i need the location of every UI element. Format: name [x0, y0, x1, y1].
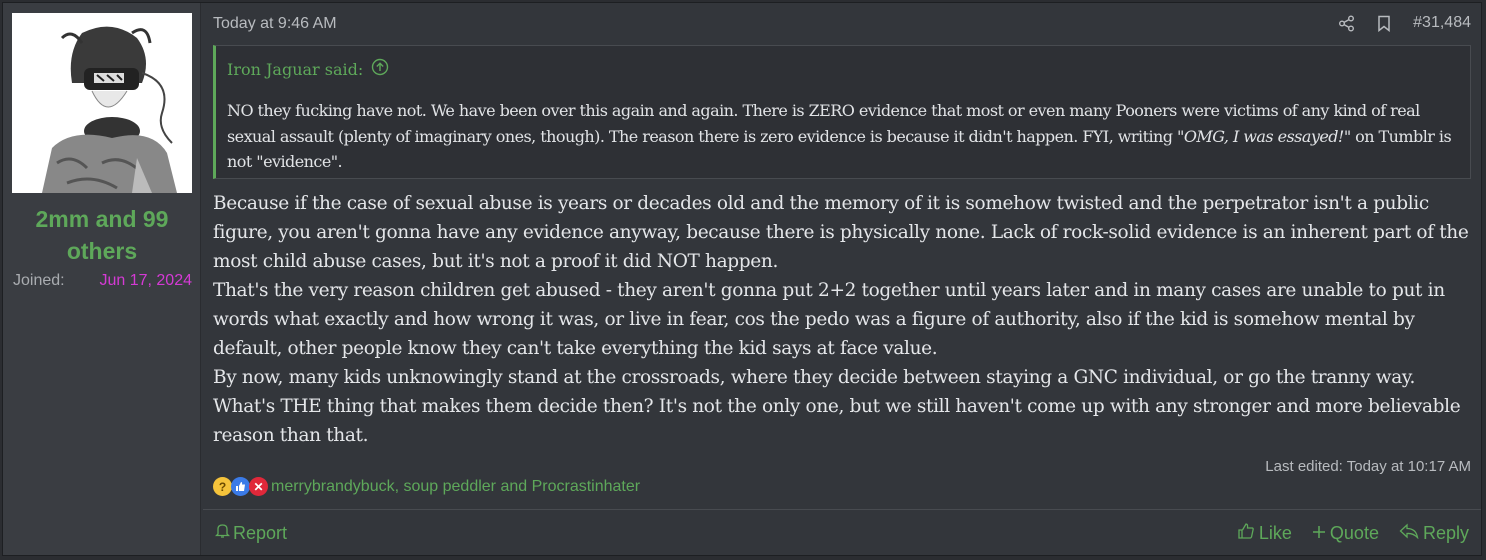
share-icon[interactable] — [1338, 15, 1355, 32]
joined-date: Jun 17, 2024 — [99, 272, 192, 289]
reply-button[interactable]: Reply — [1399, 522, 1469, 545]
quote-text-italic: OMG, I was essayed! — [1183, 126, 1345, 146]
plus-icon — [1312, 523, 1326, 544]
bell-icon — [214, 522, 231, 544]
reply-arrow-icon — [1399, 523, 1419, 544]
user-sidebar: 2mm and 99 others Joined: Jun 17, 2024 — [3, 3, 201, 555]
post-paragraph: Because if the case of sexual abuse is y… — [213, 193, 1469, 272]
bookmark-icon[interactable] — [1377, 15, 1391, 32]
like-button[interactable]: Like — [1237, 522, 1292, 545]
post-number[interactable]: #31,484 — [1413, 14, 1471, 32]
post-date[interactable]: Today at 9:46 AM — [213, 15, 337, 33]
reactions-bar[interactable]: ? ✕ merrybrandybuck, soup peddler and Pr… — [213, 477, 640, 496]
quote-label: Quote — [1329, 523, 1379, 543]
post-paragraph: That's the very reason children get abus… — [213, 280, 1445, 359]
report-label: Report — [233, 522, 288, 543]
x-mark-icon[interactable]: ✕ — [249, 477, 268, 496]
arrow-up-circle-icon[interactable] — [371, 58, 389, 80]
quote-button[interactable]: Quote — [1312, 522, 1379, 545]
quote-author-label[interactable]: Iron Jaguar said: — [227, 60, 363, 79]
avatar[interactable] — [12, 13, 192, 193]
report-button[interactable]: Report — [214, 522, 288, 544]
quote-block: Iron Jaguar said: NO they fucking have n… — [213, 45, 1471, 179]
quote-text: NO they fucking have not. We have been o… — [227, 98, 1453, 175]
post-footer: Report Like Quote Reply — [203, 509, 1481, 556]
username[interactable]: 2mm and 99 others — [3, 203, 201, 267]
post-main: Today at 9:46 AM #31,484 Iron Jaguar sai… — [203, 3, 1481, 555]
reply-label: Reply — [1422, 523, 1469, 543]
reaction-users[interactable]: merrybrandybuck, soup peddler and Procra… — [271, 478, 640, 496]
like-label: Like — [1258, 523, 1292, 543]
thinking-face-icon[interactable]: ? — [213, 477, 232, 496]
joined-label: Joined: — [13, 272, 65, 289]
avatar-illustration — [12, 13, 192, 193]
last-edited: Last edited: Today at 10:17 AM — [1265, 458, 1471, 475]
quote-author[interactable]: Iron Jaguar said: — [227, 58, 389, 80]
footer-actions: Like Quote Reply — [1237, 522, 1469, 545]
post-paragraph: By now, many kids unknowingly stand at t… — [213, 367, 1461, 446]
thumbs-up-outline-icon — [1237, 522, 1255, 545]
post-actions: #31,484 — [1338, 14, 1471, 32]
forum-post: 2mm and 99 others Joined: Jun 17, 2024 T… — [2, 2, 1482, 556]
reaction-icons[interactable]: ? ✕ — [213, 477, 268, 496]
post-body: Because if the case of sexual abuse is y… — [213, 189, 1471, 450]
thumbs-up-icon[interactable] — [231, 477, 250, 496]
